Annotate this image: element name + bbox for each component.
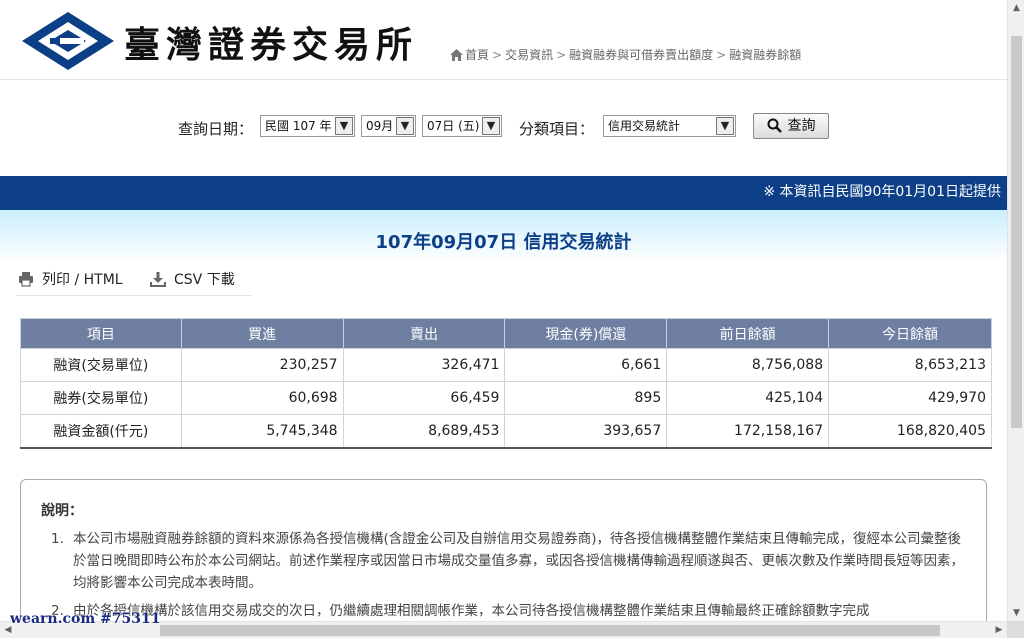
table-cell: 8,689,453 <box>342 414 506 449</box>
search-button[interactable]: 查詢 <box>753 113 829 139</box>
year-select[interactable]: 民國 107 年 ▼ <box>260 115 355 137</box>
query-form: 查詢日期： 民國 107 年 ▼ 09月 ▼ 07日 (五) ▼ 分類項目： 信… <box>0 80 1007 176</box>
table-cell: 895 <box>504 381 668 415</box>
table-row: 融券(交易單位) 60,698 66,459 895 425,104 429,9… <box>20 381 992 415</box>
table-cell: 230,257 <box>180 348 344 382</box>
toolbar: 列印 / HTML CSV 下載 <box>16 266 252 296</box>
note-number: 1. <box>51 531 64 547</box>
note-text: 由於各授信機構於該信用交易成交的次日，仍繼續處理相關調帳作業，本公司待各授信機構… <box>73 603 870 619</box>
breadcrumb-margin[interactable]: 融資融券與可借券賣出額度 <box>569 48 713 62</box>
site-header: 臺灣證券交易所 首頁 > 交易資訊 > 融資融券與可借券賣出額度 > 融資融券餘額 <box>0 0 1007 80</box>
notice-bar: ※ 本資訊自民國90年01月01日起提供 <box>0 176 1007 210</box>
column-header: 今日餘額 <box>828 318 992 349</box>
scroll-down-icon[interactable]: ▼ <box>1008 605 1024 621</box>
vertical-scroll-thumb[interactable] <box>1011 36 1022 428</box>
note-item: 2. 由於各授信機構於該信用交易成交的次日，仍繼續處理相關調帳作業，本公司待各授信… <box>41 600 966 622</box>
notice-text: ※ 本資訊自民國90年01月01日起提供 <box>763 184 1001 200</box>
printer-icon <box>19 272 33 287</box>
chevron-down-icon: ▼ <box>482 117 500 135</box>
note-item: 1. 本公司市場融資融券餘額的資料來源係為各授信機構(含證金公司及自辦信用交易證券… <box>41 528 966 594</box>
day-value: 07日 (五) <box>427 119 480 133</box>
vertical-scrollbar[interactable]: ▲ ▼ <box>1007 0 1024 621</box>
notes-heading: 說明： <box>41 503 83 519</box>
print-html-link[interactable]: 列印 / HTML <box>18 269 123 289</box>
home-icon <box>450 49 463 61</box>
category-select[interactable]: 信用交易統計 ▼ <box>603 115 736 137</box>
csv-download-link[interactable]: CSV 下載 <box>150 269 235 289</box>
breadcrumb-separator: > <box>492 48 503 62</box>
search-button-label: 查詢 <box>787 118 816 134</box>
breadcrumb-home[interactable]: 首頁 <box>465 48 489 62</box>
breadcrumb-separator: > <box>556 48 567 62</box>
table-cell: 393,657 <box>504 414 668 449</box>
horizontal-scroll-thumb[interactable] <box>160 625 940 636</box>
table-cell: 172,158,167 <box>666 414 830 449</box>
notes-panel: 說明： 1. 本公司市場融資融券餘額的資料來源係為各授信機構(含證金公司及自辦信用… <box>20 479 987 638</box>
table-cell: 168,820,405 <box>828 414 992 449</box>
chevron-down-icon: ▼ <box>396 117 414 135</box>
breadcrumb-current[interactable]: 融資融券餘額 <box>729 48 801 62</box>
table-cell: 60,698 <box>180 381 344 415</box>
month-select[interactable]: 09月 ▼ <box>361 115 416 137</box>
table-cell: 66,459 <box>342 381 506 415</box>
month-value: 09月 <box>366 119 394 133</box>
print-label: 列印 / HTML <box>42 272 123 288</box>
page-title: 107年09月07日 信用交易統計 <box>375 232 632 253</box>
table-cell: 8,756,088 <box>666 348 830 382</box>
logo-text[interactable]: 臺灣證券交易所 <box>124 16 418 68</box>
watermark: wearn.com #75311 <box>10 611 161 627</box>
breadcrumb: 首頁 > 交易資訊 > 融資融券與可借券賣出額度 > 融資融券餘額 <box>450 46 801 63</box>
date-label: 查詢日期： <box>178 120 254 138</box>
day-select[interactable]: 07日 (五) ▼ <box>422 115 502 137</box>
scroll-up-icon[interactable]: ▲ <box>1008 0 1024 16</box>
notes-list: 1. 本公司市場融資融券餘額的資料來源係為各授信機構(含證金公司及自辦信用交易證券… <box>41 528 966 622</box>
row-label: 融資(交易單位) <box>20 348 182 382</box>
table-cell: 326,471 <box>342 348 506 382</box>
table-cell: 5,745,348 <box>180 414 344 449</box>
column-header: 買進 <box>180 318 344 349</box>
column-header: 前日餘額 <box>666 318 830 349</box>
column-header: 現金(券)償還 <box>504 318 668 349</box>
table-header-row: 項目 買進 賣出 現金(券)償還 前日餘額 今日餘額 <box>20 318 992 349</box>
category-label: 分類項目： <box>519 120 595 138</box>
column-header: 項目 <box>20 318 182 349</box>
row-label: 融券(交易單位) <box>20 381 182 415</box>
breadcrumb-trading-info[interactable]: 交易資訊 <box>505 48 553 62</box>
table-cell: 425,104 <box>666 381 830 415</box>
note-text: 本公司市場融資融券餘額的資料來源係為各授信機構(含證金公司及自辦信用交易證券商)… <box>73 531 964 591</box>
chevron-down-icon: ▼ <box>335 117 353 135</box>
table-cell: 8,653,213 <box>828 348 992 382</box>
table-cell: 429,970 <box>828 381 992 415</box>
credit-trading-table: 項目 買進 賣出 現金(券)償還 前日餘額 今日餘額 融資(交易單位) 230,… <box>20 318 992 449</box>
scroll-right-icon[interactable]: ▶ <box>991 622 1007 638</box>
year-value: 民國 107 年 <box>265 119 332 133</box>
search-icon <box>767 118 782 133</box>
category-value: 信用交易統計 <box>608 119 681 133</box>
column-header: 賣出 <box>342 318 506 349</box>
table-cell: 6,661 <box>504 348 668 382</box>
table-row: 融資(交易單位) 230,257 326,471 6,661 8,756,088… <box>20 348 992 382</box>
scrollbar-corner <box>1007 621 1024 638</box>
twse-logo-icon[interactable] <box>20 10 116 72</box>
chevron-down-icon: ▼ <box>716 117 734 135</box>
breadcrumb-separator: > <box>716 48 727 62</box>
download-icon <box>150 272 166 287</box>
csv-label: CSV 下載 <box>174 272 235 288</box>
table-row: 融資金額(仟元) 5,745,348 8,689,453 393,657 172… <box>20 414 992 449</box>
row-label: 融資金額(仟元) <box>20 414 182 449</box>
